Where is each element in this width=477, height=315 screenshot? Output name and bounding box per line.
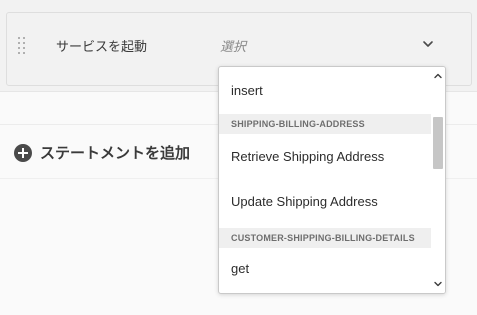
- dropdown-option-get[interactable]: get: [219, 251, 431, 287]
- invoke-service-label: サービスを起動: [56, 39, 148, 54]
- dropdown-options: insert SHIPPING-BILLING-ADDRESS Retrieve…: [219, 67, 431, 293]
- dropdown-group-header: CUSTOMER-SHIPPING-BILLING-DETAILS: [219, 228, 431, 248]
- dropdown-option-update-shipping-address[interactable]: Update Shipping Address: [219, 184, 431, 220]
- add-statement-label: ステートメントを追加: [40, 145, 191, 162]
- dropdown-group-header: SHIPPING-BILLING-ADDRESS: [219, 114, 431, 134]
- service-select[interactable]: 選択: [218, 30, 450, 58]
- dropdown-scrollbar[interactable]: [431, 67, 445, 293]
- scrollbar-thumb[interactable]: [433, 117, 443, 169]
- rule-editor-page: サービスを起動 選択 ステートメントを追加 insert SHIPPING-BI…: [0, 0, 477, 315]
- service-select-value: 選択: [220, 39, 247, 54]
- drag-handle-icon[interactable]: [18, 37, 26, 55]
- plus-circle-icon: [14, 143, 32, 162]
- chevron-up-icon[interactable]: [434, 72, 442, 80]
- chevron-down-icon[interactable]: [422, 38, 434, 50]
- chevron-down-icon[interactable]: [434, 280, 442, 288]
- dropdown-option-retrieve-shipping-address[interactable]: Retrieve Shipping Address: [219, 139, 431, 175]
- service-dropdown-list[interactable]: insert SHIPPING-BILLING-ADDRESS Retrieve…: [218, 66, 446, 294]
- dropdown-option-insert[interactable]: insert: [219, 73, 431, 109]
- add-statement-button[interactable]: ステートメントを追加: [14, 142, 190, 163]
